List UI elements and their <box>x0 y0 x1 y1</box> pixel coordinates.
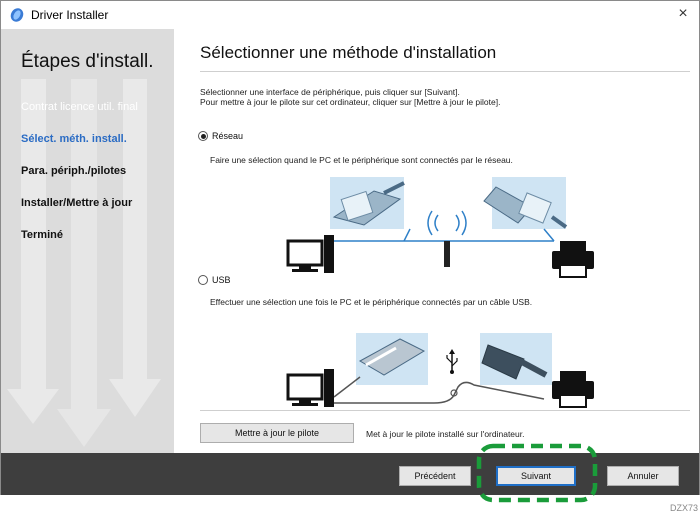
steps-sidebar: Étapes d'install. Contrat licence util. … <box>1 29 174 453</box>
step-finished: Terminé <box>21 229 63 241</box>
next-button-highlight <box>476 443 598 503</box>
previous-button[interactable]: Précédent <box>399 466 471 486</box>
figure-code: DZX73 <box>669 503 698 513</box>
app-icon <box>10 8 24 22</box>
installer-window: Driver Installer × Étapes d'install. Con… <box>0 0 700 495</box>
page-title: Sélectionner une méthode d'installation <box>200 43 497 62</box>
radio-network[interactable]: Réseau <box>198 131 243 141</box>
radio-usb-label: USB <box>212 275 231 285</box>
update-driver-button[interactable]: Mettre à jour le pilote <box>200 423 354 443</box>
usb-illustration <box>286 333 594 408</box>
step-select-method: Sélect. méth. install. <box>21 133 127 145</box>
network-illustration <box>286 177 594 278</box>
radio-button-unchecked[interactable] <box>198 275 208 285</box>
network-description: Faire une sélection quand le PC et le pé… <box>210 155 513 165</box>
instruction-line-2: Pour mettre à jour le pilote sur cet ord… <box>200 97 501 107</box>
step-install-update: Installer/Mettre à jour <box>21 197 133 209</box>
instructions: Sélectionner une interface de périphériq… <box>200 87 500 107</box>
steps-list: Contrat licence util. final Sélect. méth… <box>21 101 138 261</box>
window-title: Driver Installer <box>31 8 109 22</box>
step-license: Contrat licence util. final <box>21 101 138 113</box>
cancel-button[interactable]: Annuler <box>607 466 679 486</box>
divider <box>200 71 690 72</box>
close-icon[interactable]: × <box>671 3 695 25</box>
radio-usb[interactable]: USB <box>198 275 231 285</box>
divider <box>200 410 690 411</box>
step-device-drivers: Para. périph./pilotes <box>21 165 127 177</box>
update-driver-description: Met à jour le pilote installé sur l'ordi… <box>366 429 525 439</box>
radio-network-label: Réseau <box>212 131 244 141</box>
main-panel: Sélectionner une méthode d'installation … <box>174 29 699 453</box>
usb-icon <box>446 349 458 374</box>
title-bar: Driver Installer × <box>1 1 699 29</box>
sidebar-heading: Étapes d'install. <box>21 51 154 72</box>
radio-button-checked[interactable] <box>198 131 208 141</box>
instruction-line-1: Sélectionner une interface de périphériq… <box>200 87 460 97</box>
